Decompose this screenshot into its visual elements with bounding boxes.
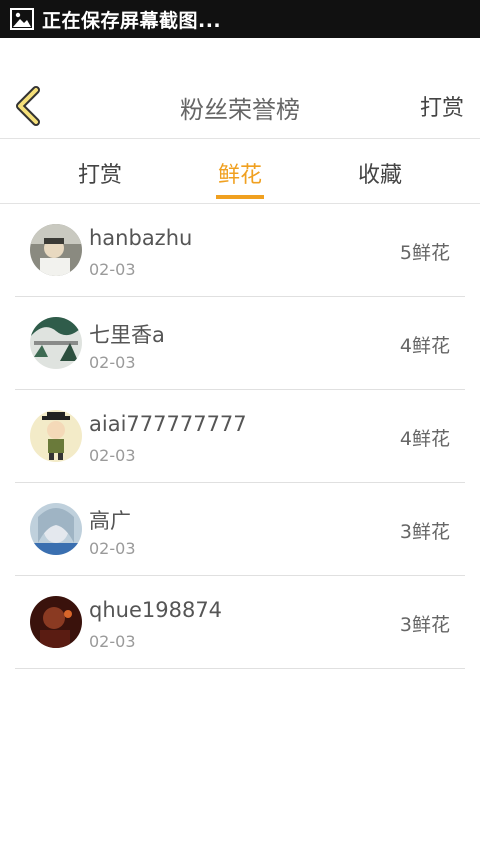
- fan-name: 高广: [89, 509, 131, 533]
- active-tab-indicator: [216, 195, 264, 199]
- tab-favorites[interactable]: 收藏: [358, 157, 402, 189]
- app-header: 粉丝荣誉榜 打赏: [0, 38, 480, 139]
- flower-count: 4鲜花: [399, 335, 450, 357]
- image-icon: [10, 8, 34, 30]
- avatar: [30, 317, 82, 369]
- flower-count: 4鲜花: [399, 428, 450, 450]
- avatar: [30, 410, 82, 462]
- avatar: [30, 224, 82, 276]
- list-item[interactable]: 七里香a 02-03 4鲜花: [15, 297, 465, 390]
- tab-flowers[interactable]: 鲜花: [218, 157, 262, 189]
- fan-date: 02-03: [89, 539, 136, 558]
- avatar: [30, 596, 82, 648]
- status-bar: 正在保存屏幕截图...: [0, 0, 480, 38]
- tab-reward[interactable]: 打赏: [78, 157, 122, 189]
- fan-name: 七里香a: [89, 323, 165, 347]
- flower-count: 3鲜花: [399, 614, 450, 636]
- fan-date: 02-03: [89, 446, 136, 465]
- list-item[interactable]: qhue198874 02-03 3鲜花: [15, 576, 465, 669]
- fan-name: aiai777777777: [89, 412, 247, 436]
- status-text: 正在保存屏幕截图...: [42, 9, 222, 32]
- fan-date: 02-03: [89, 260, 136, 279]
- fan-name: hanbazhu: [89, 226, 193, 250]
- tab-bar: 打赏 鲜花 收藏: [0, 139, 480, 204]
- list-item[interactable]: aiai777777777 02-03 4鲜花: [15, 390, 465, 483]
- list-item[interactable]: 高广 02-03 3鲜花: [15, 483, 465, 576]
- reward-button[interactable]: 打赏: [420, 90, 464, 122]
- fan-date: 02-03: [89, 353, 136, 372]
- fan-list: hanbazhu 02-03 5鲜花 七里香a 02-03 4鲜花 aiai77…: [0, 204, 480, 669]
- list-item[interactable]: hanbazhu 02-03 5鲜花: [15, 204, 465, 297]
- fan-date: 02-03: [89, 632, 136, 651]
- page-title: 粉丝荣誉榜: [180, 96, 300, 124]
- flower-count: 5鲜花: [399, 242, 450, 264]
- avatar: [30, 503, 82, 555]
- flower-count: 3鲜花: [399, 521, 450, 543]
- fan-name: qhue198874: [89, 598, 223, 622]
